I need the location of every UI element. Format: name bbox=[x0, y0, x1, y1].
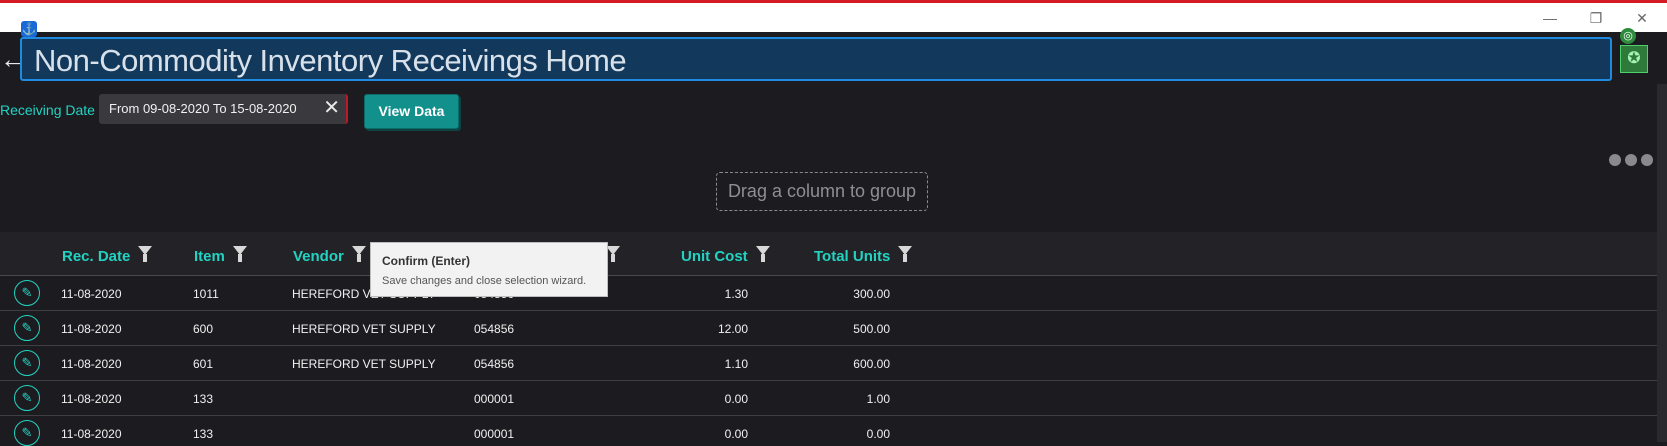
cell-total-units: 300.00 bbox=[853, 287, 890, 301]
column-header-item[interactable]: Item bbox=[194, 246, 247, 265]
close-icon[interactable]: ✕ bbox=[1632, 8, 1652, 28]
pencil-icon[interactable]: ✎ bbox=[14, 385, 40, 411]
group-drop-panel[interactable]: Drag a column to group bbox=[716, 172, 928, 211]
cell-item: 601 bbox=[193, 357, 214, 371]
cell-ref: 054856 bbox=[474, 322, 515, 336]
pencil-icon[interactable]: ✎ bbox=[14, 420, 40, 446]
dot bbox=[1641, 154, 1653, 166]
table-row[interactable]: ✎ 11-08-2020 133 000001 0.00 1.00 bbox=[0, 381, 1657, 416]
more-dots-icon[interactable] bbox=[1609, 153, 1657, 171]
scrollbar-track[interactable] bbox=[1657, 84, 1667, 442]
anchor-icon[interactable]: ⚓ bbox=[21, 21, 37, 37]
table-row[interactable]: ✎ 11-08-2020 133 000001 0.00 0.00 bbox=[0, 416, 1657, 446]
cell-total-units: 500.00 bbox=[853, 322, 890, 336]
tooltip-description: Save changes and close selection wizard. bbox=[382, 275, 587, 287]
funnel-icon[interactable] bbox=[606, 246, 620, 262]
cell-ref: 000001 bbox=[474, 427, 515, 441]
cell-vendor: HEREFORD VET SUPPLY bbox=[292, 322, 436, 336]
minimize-icon[interactable]: — bbox=[1540, 8, 1560, 28]
cell-item: 1011 bbox=[193, 287, 219, 301]
grid-header: Rec. Date Item Vendor Unit Cost Total Un… bbox=[0, 232, 1657, 276]
cell-item: 133 bbox=[193, 392, 214, 406]
cell-unit-cost: 1.10 bbox=[724, 357, 748, 371]
cell-total-units: 1.00 bbox=[866, 392, 890, 406]
table-row[interactable]: ✎ 11-08-2020 601 HEREFORD VET SUPPLY 054… bbox=[0, 346, 1657, 381]
cell-ref: 000001 bbox=[474, 392, 515, 406]
restore-icon[interactable]: ❐ bbox=[1586, 8, 1606, 28]
funnel-icon[interactable] bbox=[898, 246, 913, 262]
clear-icon[interactable]: ✕ bbox=[323, 97, 340, 119]
date-range-picker[interactable]: From 09-08-2020 To 15-08-2020 ✕ bbox=[99, 94, 348, 124]
pencil-icon[interactable]: ✎ bbox=[14, 315, 40, 341]
cell-item: 600 bbox=[193, 322, 214, 336]
column-header-unit-cost[interactable]: Unit Cost bbox=[681, 246, 770, 265]
cell-rec-date: 11-08-2020 bbox=[61, 322, 122, 336]
window-titlebar: — ❐ ✕ bbox=[0, 3, 1667, 32]
cell-unit-cost: 1.30 bbox=[724, 287, 748, 301]
confirm-tooltip: Confirm (Enter) Save changes and close s… bbox=[370, 242, 608, 297]
column-header-rec-date[interactable]: Rec. Date bbox=[62, 246, 153, 265]
cell-rec-date: 11-08-2020 bbox=[61, 357, 122, 371]
cell-rec-date: 11-08-2020 bbox=[61, 427, 122, 441]
pencil-icon[interactable]: ✎ bbox=[14, 280, 40, 306]
receiving-date-label: Receiving Date bbox=[0, 102, 95, 118]
cell-unit-cost: 12.00 bbox=[717, 322, 748, 336]
pencil-icon[interactable]: ✎ bbox=[14, 350, 40, 376]
cell-ref: 054856 bbox=[474, 357, 515, 371]
cell-vendor: HEREFORD VET SUPPLY bbox=[292, 357, 436, 371]
target-icon[interactable]: ◎ bbox=[1620, 28, 1636, 44]
dot bbox=[1625, 154, 1637, 166]
funnel-icon[interactable] bbox=[232, 246, 247, 262]
cell-unit-cost: 0.00 bbox=[724, 427, 748, 441]
dot bbox=[1609, 154, 1621, 166]
funnel-icon[interactable] bbox=[351, 246, 366, 262]
page-title-bar: Non-Commodity Inventory Receivings Home bbox=[20, 37, 1612, 81]
funnel-icon[interactable] bbox=[138, 246, 153, 262]
cell-item: 133 bbox=[193, 427, 214, 441]
column-header-vendor[interactable]: Vendor bbox=[293, 246, 366, 265]
date-range-value: From 09-08-2020 To 15-08-2020 bbox=[109, 101, 297, 116]
cell-total-units: 600.00 bbox=[853, 357, 890, 371]
pin-star-icon[interactable]: ✪ bbox=[1620, 45, 1648, 73]
table-row[interactable]: ✎ 11-08-2020 1011 HEREFORD VET SUPPLY 05… bbox=[0, 276, 1657, 311]
cell-total-units: 0.00 bbox=[866, 427, 890, 441]
tooltip-title: Confirm (Enter) bbox=[382, 254, 470, 268]
page-title: Non-Commodity Inventory Receivings Home bbox=[34, 43, 627, 78]
column-header-total-units[interactable]: Total Units bbox=[814, 246, 913, 265]
cell-rec-date: 11-08-2020 bbox=[61, 392, 122, 406]
cell-rec-date: 11-08-2020 bbox=[61, 287, 122, 301]
table-row[interactable]: ✎ 11-08-2020 600 HEREFORD VET SUPPLY 054… bbox=[0, 311, 1657, 346]
funnel-icon[interactable] bbox=[755, 246, 770, 262]
view-data-button[interactable]: View Data bbox=[364, 94, 459, 129]
cell-unit-cost: 0.00 bbox=[724, 392, 748, 406]
